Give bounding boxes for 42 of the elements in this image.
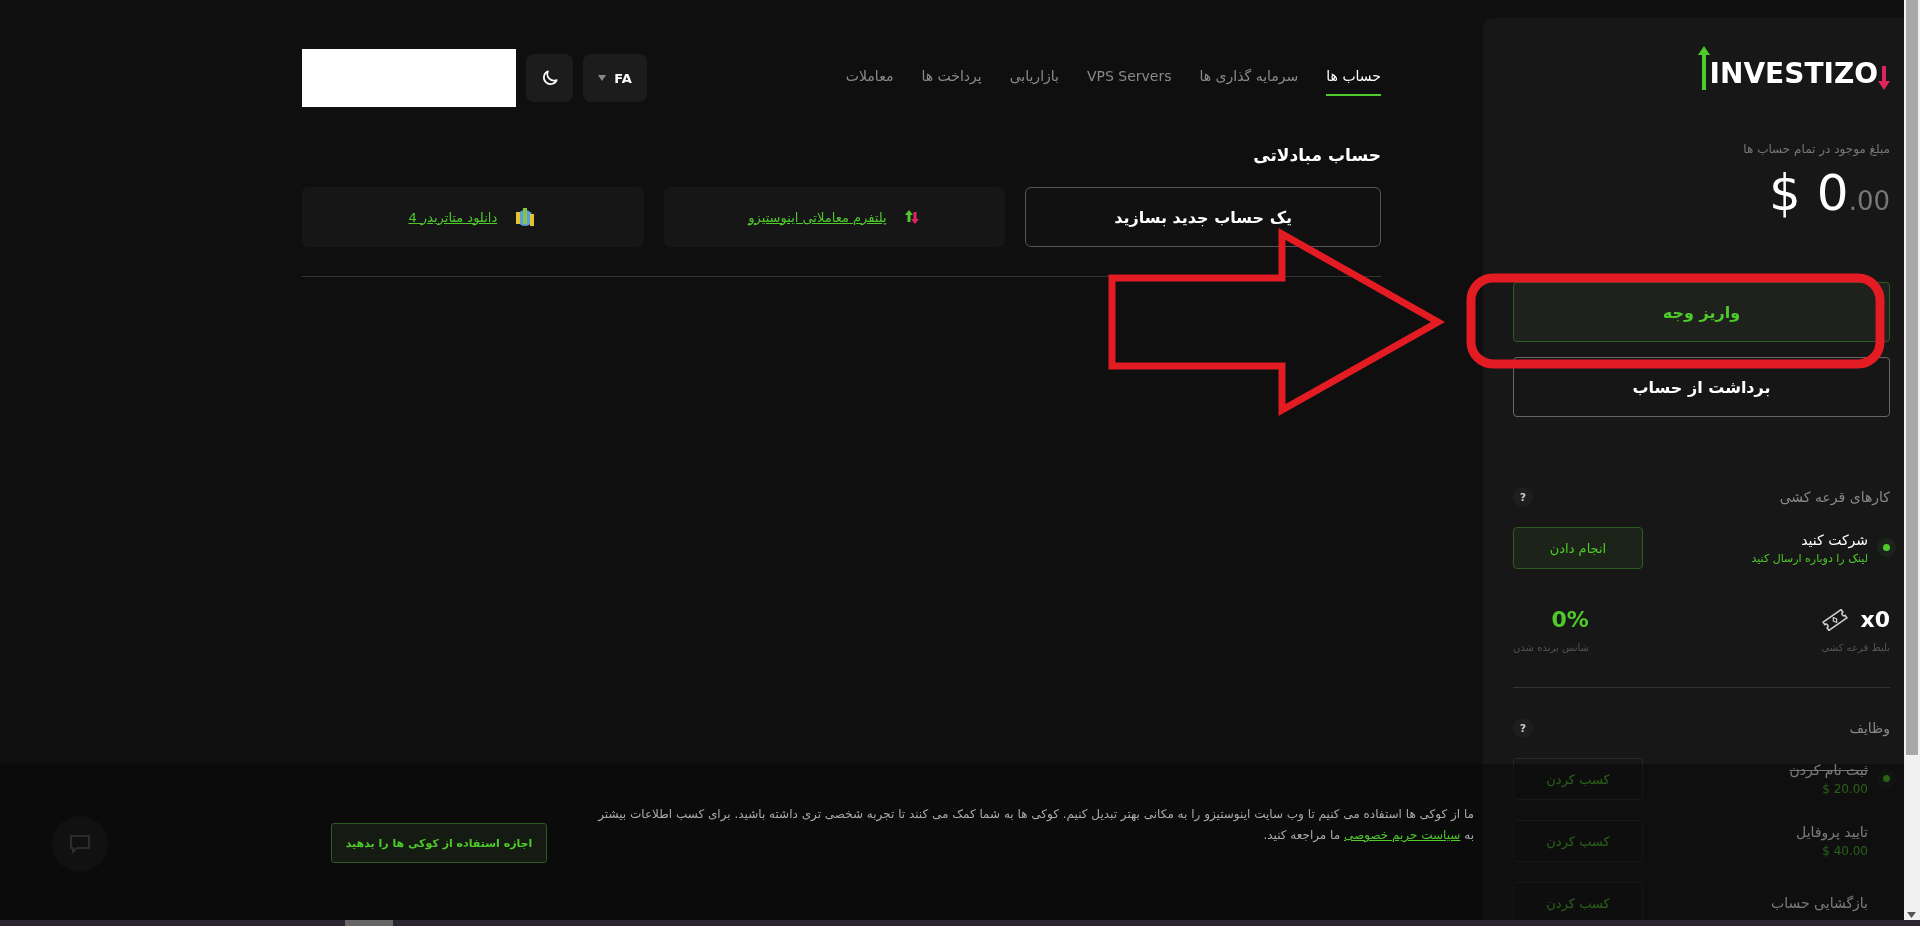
task-title: ثبت نام کردن (1789, 762, 1868, 778)
create-account-button[interactable]: یک حساب جدید بسازید (1025, 187, 1381, 247)
horizontal-scrollbar[interactable] (0, 920, 1920, 926)
vertical-scrollbar[interactable] (1904, 0, 1920, 920)
help-icon[interactable]: ? (1513, 718, 1533, 738)
allow-cookies-button[interactable]: اجازه استفاده از کوکی ها را بدهید (331, 823, 547, 863)
cookie-message: ما از کوکی ها استفاده می کنیم تا وب سایت اینوستیزو را به مکانی بهتر تبدیل کنیم. کوکی ها به شما کمک می کنند تا تجربه شخصی تری داشته باشید. برای کسب اطلاعات بیشتر به سیاست حریم خصوصی ما مراجعه کنید. (596, 806, 1474, 844)
language-dropdown[interactable]: FA (583, 54, 647, 102)
privacy-policy-link[interactable]: سیاست حریم خصوصی (1344, 828, 1461, 842)
balance-amount: $ 0.00 (1768, 164, 1890, 222)
balance-label: مبلغ موجود در تمام حساب ها (1742, 142, 1890, 156)
nav-tab[interactable]: سرمایه گذاری ها (1199, 68, 1299, 96)
caret-icon (598, 75, 607, 81)
do-task-button[interactable]: انجام دادن (1513, 527, 1643, 569)
section-title: حساب مبادلاتی (1252, 145, 1381, 165)
card-link[interactable]: پلتفرم معاملاتی اینوستیزو (748, 209, 887, 225)
nav-tab[interactable]: بازاریابی (1009, 68, 1059, 96)
reward-amount: $ 20.00 (1821, 782, 1868, 796)
nav-tab[interactable]: حساب ها (1326, 68, 1381, 96)
stat-label: شانس برنده شدن (1513, 642, 1589, 653)
task-title: بازگشایی حساب (1771, 895, 1868, 911)
ticket-count: x0 (1860, 607, 1890, 632)
ticket-icon (1820, 608, 1849, 631)
logo: INVESTIZO (1697, 46, 1890, 90)
task-title: تایید پروفایل (1796, 824, 1868, 840)
card-link[interactable]: دانلود متاتریدر 4 (408, 209, 498, 225)
stat-label: بلیط قرعه کشی (1820, 642, 1890, 653)
chat-icon (69, 834, 91, 854)
deposit-button[interactable]: واریز وجه (1513, 282, 1890, 342)
win-chance-value: 0% (1551, 607, 1589, 632)
tasks-title: وظایف (1849, 720, 1890, 736)
help-icon[interactable]: ? (1513, 487, 1533, 507)
resend-link[interactable]: لینک را دوباره ارسال کنید (1751, 551, 1868, 565)
up-down-arrows-icon (902, 208, 921, 226)
lottery-title: کارهای قرعه کشی (1779, 489, 1890, 505)
scroll-down-icon[interactable] (1907, 912, 1916, 918)
nav-tab[interactable]: پرداخت ها (921, 68, 982, 96)
reward-amount: $ 40.00 (1821, 844, 1868, 858)
theme-toggle-button[interactable] (526, 54, 573, 102)
nav-tab[interactable]: VPS Servers (1086, 68, 1172, 96)
task-title: شرکت کنید (1800, 531, 1868, 548)
nav-tab[interactable]: معاملات (845, 68, 894, 96)
